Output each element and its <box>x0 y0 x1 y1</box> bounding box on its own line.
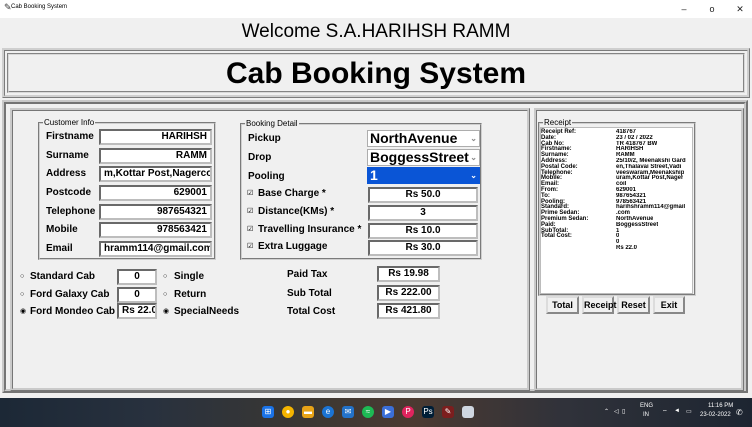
surname-field[interactable]: RAMM <box>99 148 212 164</box>
standard-cab-label: Standard Cab <box>30 271 96 282</box>
pickup-label: Pickup <box>248 133 281 144</box>
exit-button[interactable]: Exit <box>653 296 685 314</box>
firstname-field[interactable]: HARIHSH <box>99 129 212 145</box>
receipt-label: Total Cost: <box>541 233 572 240</box>
pooling-dropdown[interactable]: 1 ⌄ <box>367 167 480 184</box>
email-label: Email <box>46 243 73 254</box>
postcode-field[interactable]: 629001 <box>99 185 212 201</box>
base-charge-field[interactable]: Rs 50.0 <box>368 187 478 203</box>
pooling-value: 1 <box>370 167 378 183</box>
ford-galaxy-cab-radio[interactable]: ○ <box>20 291 24 298</box>
battery-tray-icon[interactable]: ▯ <box>622 408 625 415</box>
welcome-message: Welcome S.A.HARIHSH RAMM <box>241 21 511 42</box>
standard-cab-radio[interactable]: ○ <box>20 273 24 280</box>
sub-total-label: Sub Total <box>287 288 332 299</box>
battery-icon[interactable]: ▭ <box>686 408 692 415</box>
mail-icon[interactable]: ✉ <box>342 406 354 418</box>
address-field[interactable]: m,Kottar Post,Nagercoil <box>99 166 212 182</box>
sub-total-field[interactable]: Rs 222.00 <box>377 285 440 301</box>
distance-checkbox[interactable]: ☑ <box>247 208 254 215</box>
pickup-value: NorthAvenue <box>370 130 458 146</box>
standard-cab-field[interactable]: 0 <box>117 269 157 285</box>
language-bottom[interactable]: IN <box>643 412 649 418</box>
wifi-icon[interactable]: ⌔ <box>662 408 668 416</box>
address-label: Address <box>46 168 87 179</box>
chevron-down-icon: ⌄ <box>470 153 477 162</box>
surname-label: Surname <box>46 150 89 161</box>
telephone-field[interactable]: 987654321 <box>99 204 212 220</box>
window-title: Cab Booking System <box>11 4 68 10</box>
start-icon[interactable]: ⊞ <box>262 406 274 418</box>
insurance-label: Travelling Insurance * <box>258 224 362 235</box>
special-needs-radio[interactable]: ◉ <box>163 308 169 315</box>
edge-icon[interactable]: e <box>322 406 334 418</box>
return-radio[interactable]: ○ <box>163 291 167 298</box>
chevron-down-icon: ⌄ <box>470 171 477 180</box>
ford-galaxy-cab-field[interactable]: 0 <box>117 287 157 303</box>
feather-app-icon[interactable]: ✎ <box>442 406 454 418</box>
distance-label: Distance(KMs) * <box>258 206 335 217</box>
extra-luggage-label: Extra Luggage <box>258 241 328 252</box>
maximize-button[interactable]: ο <box>702 2 722 16</box>
ford-mondeo-cab-label: Ford Mondeo Cab <box>30 306 115 317</box>
speaker-tray-icon[interactable]: ◁ <box>614 408 619 415</box>
language-top[interactable]: ENG <box>640 403 653 409</box>
page-title: Cab Booking System <box>225 57 527 90</box>
media-icon[interactable]: ▶ <box>382 406 394 418</box>
extra-luggage-checkbox[interactable]: ☑ <box>247 243 254 250</box>
customer-info-legend: Customer Info <box>44 118 95 127</box>
distance-field[interactable]: 3 <box>368 205 478 221</box>
base-charge-checkbox[interactable]: ☑ <box>247 190 254 197</box>
chevron-down-icon: ⌄ <box>470 134 477 143</box>
receipt-value: BoggessStreet <box>616 221 659 228</box>
postcode-label: Postcode <box>46 187 92 198</box>
tray-chevron-icon[interactable]: ⌃ <box>604 408 609 415</box>
drop-value: BoggessStreet <box>370 149 469 165</box>
notification-icon[interactable]: ✆ <box>736 408 743 417</box>
booking-detail-legend: Booking Detail <box>246 119 298 128</box>
receipt-value: Rs 22.0 <box>616 245 638 251</box>
extra-luggage-field[interactable]: Rs 30.0 <box>368 240 478 256</box>
return-label: Return <box>174 289 207 300</box>
ford-mondeo-cab-radio[interactable]: ◉ <box>20 308 26 315</box>
pooling-label: Pooling <box>248 171 285 182</box>
drop-dropdown[interactable]: BoggessStreet ⌄ <box>367 149 480 166</box>
single-label: Single <box>174 271 205 282</box>
photoshop-icon[interactable]: Ps <box>422 406 434 418</box>
telephone-label: Telephone <box>46 206 96 217</box>
chrome-icon[interactable]: ● <box>282 406 294 418</box>
spotify-icon[interactable]: ≈ <box>362 406 374 418</box>
insurance-checkbox[interactable]: ☑ <box>247 226 254 233</box>
firstname-label: Firstname <box>46 131 94 142</box>
insurance-field[interactable]: Rs 10.0 <box>368 223 478 239</box>
volume-icon[interactable]: ◄ <box>674 408 680 414</box>
clock-time[interactable]: 11:16 PM <box>708 403 733 409</box>
single-radio[interactable]: ○ <box>163 273 167 280</box>
minimize-button[interactable]: – <box>674 2 694 16</box>
ford-mondeo-cab-field[interactable]: Rs 22.0 <box>117 303 157 319</box>
mobile-field[interactable]: 978563421 <box>99 222 212 238</box>
special-needs-label: SpecialNeeds <box>174 306 240 317</box>
total-button[interactable]: Total <box>546 296 579 314</box>
paid-tax-label: Paid Tax <box>287 269 328 280</box>
clock-date[interactable]: 23-02-2022 <box>700 412 731 418</box>
ford-galaxy-cab-label: Ford Galaxy Cab <box>30 289 110 300</box>
pickup-dropdown[interactable]: NorthAvenue ⌄ <box>367 130 480 147</box>
header-frame: Cab Booking System <box>2 48 750 98</box>
folder-icon[interactable]: ▬ <box>302 406 314 418</box>
mobile-label: Mobile <box>46 224 78 235</box>
reset-button[interactable]: Reset <box>617 296 650 314</box>
receipt-button[interactable]: Receipt <box>582 296 617 314</box>
drop-label: Drop <box>248 152 272 163</box>
paid-tax-field[interactable]: Rs 19.98 <box>377 266 440 282</box>
receipt-legend: Receipt <box>544 118 572 127</box>
pinterest-icon[interactable]: P <box>402 406 414 418</box>
base-charge-label: Base Charge * <box>258 188 326 199</box>
window-title-bar: ✎ Cab Booking System – ο ✕ <box>0 0 752 18</box>
close-button[interactable]: ✕ <box>730 2 750 16</box>
total-cost-field[interactable]: Rs 421.80 <box>377 303 440 319</box>
document-icon[interactable] <box>462 406 474 418</box>
total-cost-label: Total Cost <box>287 306 336 317</box>
email-field[interactable]: hramm114@gmail.com <box>99 241 212 257</box>
